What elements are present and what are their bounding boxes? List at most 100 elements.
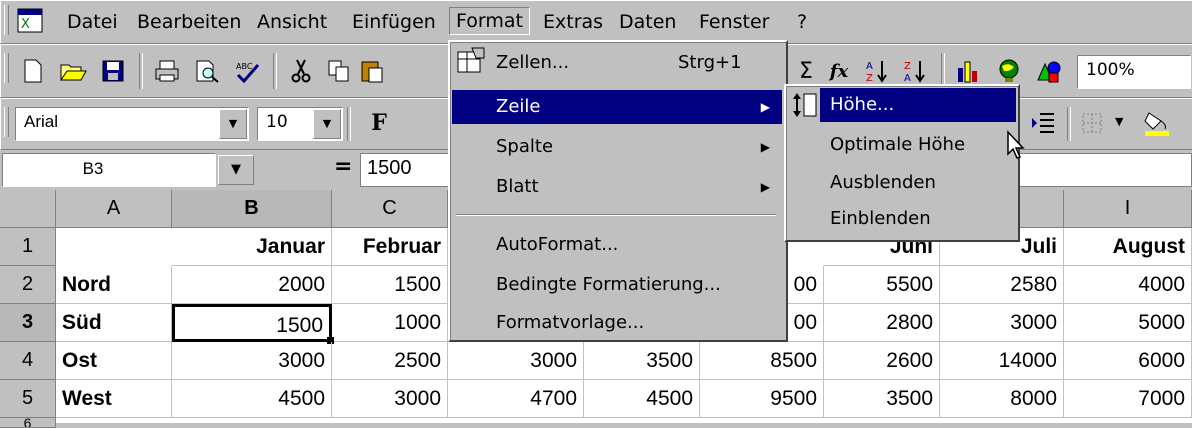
cell-a3[interactable]: Süd — [56, 304, 172, 342]
cut-icon[interactable] — [283, 53, 319, 89]
cell-f4[interactable]: 8500 — [700, 342, 824, 380]
row-header-1[interactable]: 1 — [0, 228, 56, 266]
print-icon[interactable] — [149, 53, 185, 89]
menu-bearbeiten[interactable]: Bearbeiten — [131, 9, 247, 35]
font-name-combo[interactable]: Arial ▼ — [15, 107, 249, 141]
spelling-icon[interactable]: ABC — [229, 53, 265, 89]
menu-item-autoformat[interactable]: AutoFormat... — [450, 228, 782, 262]
zoom-value: 100% — [1086, 60, 1135, 80]
format-menu: Zellen... Strg+1 Zeile ▶ Spalte ▶ Blatt … — [448, 40, 788, 342]
menu-ansicht[interactable]: Ansicht — [251, 9, 333, 35]
menu-einfuegen[interactable]: Einfügen — [346, 9, 442, 35]
formula-equals-icon[interactable]: = — [334, 154, 352, 179]
increase-indent-icon[interactable] — [1025, 105, 1061, 141]
menu-format[interactable]: Format — [449, 7, 530, 35]
font-size-dropdown-icon[interactable]: ▼ — [313, 109, 341, 139]
submenu-arrow-icon: ▶ — [760, 100, 770, 114]
menu-item-bedingte-formatierung[interactable]: Bedingte Formatierung... — [450, 268, 782, 302]
zeile-submenu: Höhe... Optimale Höhe Ausblenden Einblen… — [784, 84, 1020, 242]
formula-value: 1500 — [367, 157, 412, 179]
menu-fenster[interactable]: Fenster — [693, 9, 775, 35]
row-header-2[interactable]: 2 — [0, 266, 56, 304]
cell-b5[interactable]: 4500 — [172, 380, 332, 418]
cell-g5[interactable]: 3500 — [824, 380, 940, 418]
font-size-value: 10 — [266, 112, 288, 132]
cell-i4[interactable]: 6000 — [1064, 342, 1192, 380]
cell-i5[interactable]: 7000 — [1064, 380, 1192, 418]
cell-g4[interactable]: 2600 — [824, 342, 940, 380]
fill-color-icon[interactable] — [1139, 105, 1175, 141]
svg-text:A: A — [904, 73, 911, 84]
cell-b3-active[interactable]: 1500 — [172, 304, 332, 342]
column-header-b[interactable]: B — [172, 190, 332, 228]
cell-d4[interactable]: 3000 — [448, 342, 584, 380]
cell-c5[interactable]: 3000 — [332, 380, 448, 418]
cell-h5[interactable]: 8000 — [940, 380, 1064, 418]
cell-b4[interactable]: 3000 — [172, 342, 332, 380]
row-height-icon — [790, 90, 818, 120]
row-header-5[interactable]: 5 — [0, 380, 56, 418]
font-size-combo[interactable]: 10 ▼ — [257, 107, 343, 141]
column-header-i[interactable]: I — [1064, 190, 1192, 228]
row-header-6[interactable]: 6 — [0, 418, 56, 428]
save-icon[interactable] — [95, 53, 131, 89]
menu-daten[interactable]: Daten — [613, 9, 682, 35]
submenu-item-hoehe[interactable]: Höhe... — [820, 88, 1016, 122]
cell-g2[interactable]: 5500 — [824, 266, 940, 304]
cell-i1[interactable]: August — [1064, 228, 1192, 266]
toolbar-separator — [139, 53, 143, 89]
submenu-item-optimale-hoehe[interactable]: Optimale Höhe — [786, 128, 1014, 162]
cell-h3[interactable]: 3000 — [940, 304, 1064, 342]
borders-dropdown-icon[interactable]: ▼ — [1115, 115, 1123, 128]
cell-c1[interactable]: Februar — [332, 228, 448, 266]
drawing-icon[interactable] — [1031, 53, 1067, 89]
menu-extras[interactable]: Extras — [537, 9, 609, 35]
row-header-3[interactable]: 3 — [0, 304, 56, 342]
cell-h4[interactable]: 14000 — [940, 342, 1064, 380]
row-header-4[interactable]: 4 — [0, 342, 56, 380]
borders-icon[interactable] — [1075, 105, 1111, 141]
cell-c2[interactable]: 1500 — [332, 266, 448, 304]
menu-separator — [456, 214, 776, 216]
name-box[interactable]: B3 — [2, 153, 216, 187]
cell-a2[interactable]: Nord — [56, 266, 172, 304]
menu-item-blatt[interactable]: Blatt ▶ — [450, 170, 782, 204]
paste-icon[interactable] — [357, 53, 387, 89]
cell-c4[interactable]: 2500 — [332, 342, 448, 380]
submenu-item-ausblenden[interactable]: Ausblenden — [786, 166, 1014, 200]
menu-item-spalte[interactable]: Spalte ▶ — [450, 130, 782, 164]
menu-item-formatvorlage[interactable]: Formatvorlage... — [450, 306, 782, 340]
cell-b1[interactable]: Januar — [172, 228, 332, 266]
copy-icon[interactable] — [321, 53, 357, 89]
print-preview-icon[interactable] — [189, 53, 225, 89]
cell-d5[interactable]: 4700 — [448, 380, 584, 418]
select-all-corner[interactable] — [0, 190, 56, 228]
cell-a4[interactable]: Ost — [56, 342, 172, 380]
cell-c3[interactable]: 1000 — [334, 304, 448, 342]
column-header-c[interactable]: C — [332, 190, 448, 228]
cell-e4[interactable]: 3500 — [584, 342, 700, 380]
cell-i2[interactable]: 4000 — [1064, 266, 1192, 304]
cell-g3[interactable]: 2800 — [824, 304, 940, 342]
cell-e5[interactable]: 4500 — [584, 380, 700, 418]
open-folder-icon[interactable] — [55, 53, 91, 89]
column-header-a[interactable]: A — [56, 190, 172, 228]
cell-a5[interactable]: West — [56, 380, 172, 418]
menu-item-zeile[interactable]: Zeile ▶ — [452, 90, 782, 124]
cell-h2[interactable]: 2580 — [940, 266, 1064, 304]
menu-datei[interactable]: Datei — [61, 9, 124, 35]
excel-document-icon[interactable]: X — [15, 7, 47, 35]
menu-item-zellen[interactable]: Zellen... Strg+1 — [450, 46, 782, 80]
bold-button[interactable]: F — [357, 105, 401, 141]
submenu-arrow-icon: ▶ — [760, 180, 770, 194]
name-box-dropdown-icon[interactable]: ▼ — [218, 155, 254, 185]
font-name-dropdown-icon[interactable]: ▼ — [219, 109, 247, 139]
cell-f5[interactable]: 9500 — [700, 380, 824, 418]
cell-i3[interactable]: 5000 — [1064, 304, 1192, 342]
new-document-icon[interactable] — [15, 53, 51, 89]
cell-b2[interactable]: 2000 — [172, 266, 332, 304]
toolbar-separator — [347, 107, 351, 141]
submenu-item-einblenden[interactable]: Einblenden — [786, 202, 1014, 236]
zoom-box[interactable]: 100% — [1077, 55, 1191, 89]
menu-help[interactable]: ? — [791, 9, 813, 35]
